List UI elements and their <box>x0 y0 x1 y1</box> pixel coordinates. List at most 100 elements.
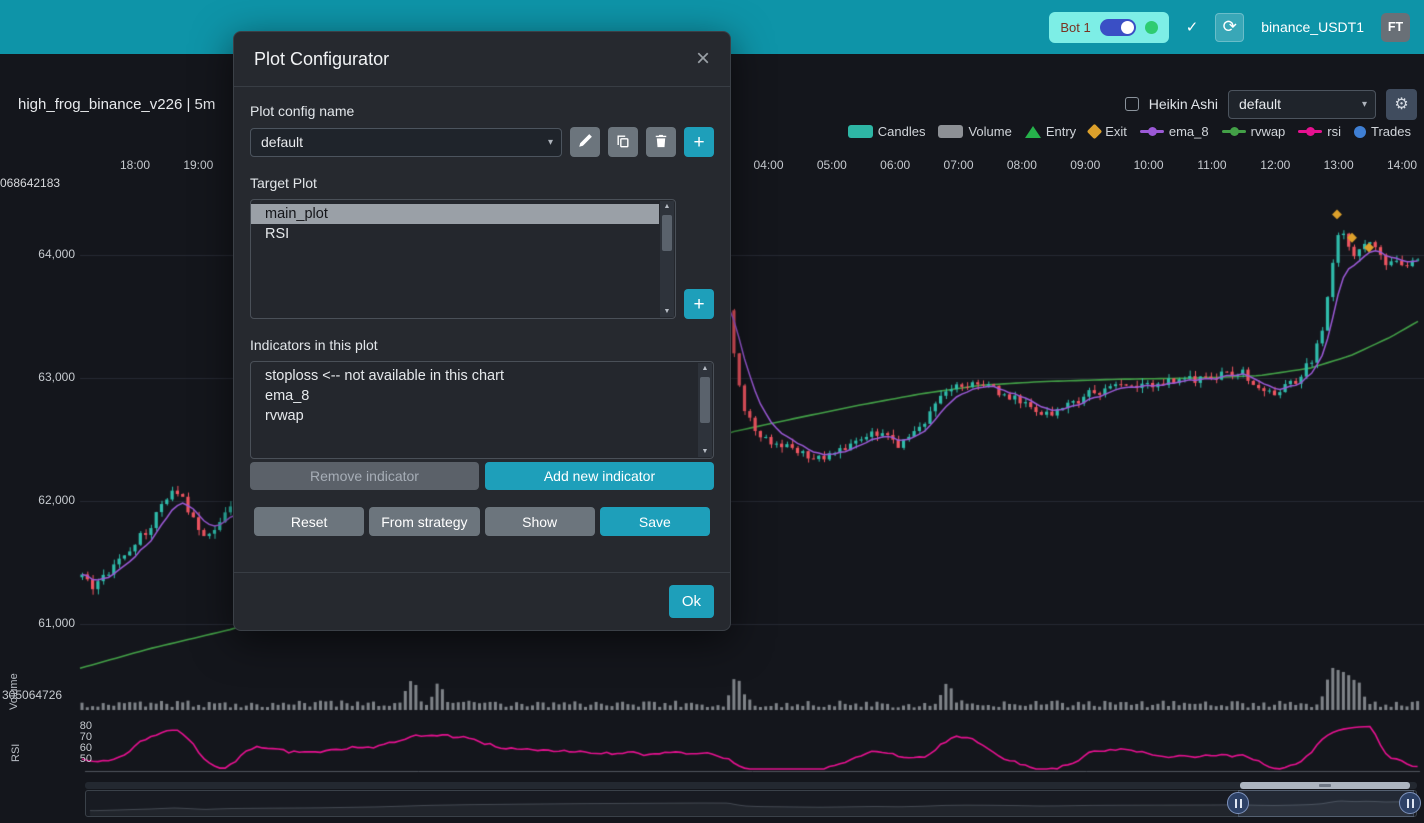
legend-item-rsi[interactable]: rsi <box>1298 124 1341 139</box>
time-axis-label: 19:00 <box>183 158 213 172</box>
add-new-indicator-button[interactable]: Add new indicator <box>485 462 714 490</box>
gear-icon: ⚙ <box>1394 94 1408 114</box>
refresh-button[interactable]: ⟳ <box>1215 13 1244 42</box>
volume-pane-label: Volume <box>8 652 20 710</box>
time-axis-label: 11:00 <box>1197 158 1226 172</box>
legend-item-rvwap[interactable]: rvwap <box>1222 124 1286 139</box>
datazoom-slider[interactable] <box>85 790 1417 817</box>
datazoom-scroll-track[interactable] <box>85 782 1417 789</box>
legend-label: Candles <box>878 124 926 139</box>
datazoom-selected-window[interactable] <box>1238 790 1414 817</box>
time-axis-label: 07:00 <box>944 158 974 172</box>
price-axis-label: 64,000 <box>0 247 75 261</box>
add-config-button[interactable]: + <box>684 127 714 157</box>
pair-label: binance_USDT1 <box>1261 19 1364 35</box>
config-name-row: default ▾ + <box>250 127 714 157</box>
scroll-thumb[interactable] <box>662 215 672 251</box>
indicator-option[interactable]: stoploss <-- not available in this chart <box>251 366 697 386</box>
price-axis-label: 61,000 <box>0 616 75 630</box>
config-name-select-value: default <box>261 134 303 150</box>
target-plot-option[interactable]: main_plot <box>251 204 659 224</box>
bot-toggle[interactable] <box>1100 19 1136 36</box>
datazoom-scroll-thumb[interactable] <box>1240 782 1410 789</box>
line-legend-icon <box>1140 130 1164 133</box>
rsi-pane-label: RSI <box>10 730 22 762</box>
legend-label: rvwap <box>1251 124 1286 139</box>
heikin-ashi-checkbox[interactable] <box>1125 97 1139 111</box>
delete-config-button[interactable] <box>646 127 676 157</box>
pencil-icon <box>578 134 592 151</box>
scroll-down-icon[interactable]: ▼ <box>698 448 712 455</box>
legend-label: ema_8 <box>1169 124 1209 139</box>
time-axis-label: 13:00 <box>1324 158 1354 172</box>
close-icon[interactable]: × <box>696 47 710 71</box>
legend-item-entry[interactable]: Entry <box>1025 124 1076 139</box>
legend-item-exit[interactable]: Exit <box>1089 124 1127 139</box>
rename-config-button[interactable] <box>570 127 600 157</box>
rect-legend-icon <box>938 125 963 138</box>
save-button[interactable]: Save <box>600 507 710 536</box>
scroll-down-icon[interactable]: ▼ <box>660 308 674 315</box>
indicator-actions-row: Remove indicator Add new indicator <box>250 462 714 490</box>
target-plot-row: main_plotRSI ▲ ▼ + <box>250 199 714 319</box>
time-axis-label: 18:00 <box>120 158 150 172</box>
plot-config-select-value: default <box>1239 96 1281 112</box>
target-plot-option[interactable]: RSI <box>251 224 659 244</box>
config-name-select[interactable]: default ▾ <box>250 128 562 157</box>
heikin-ashi-label: Heikin Ashi <box>1149 96 1218 112</box>
plot-config-select[interactable]: default ▾ <box>1228 90 1376 119</box>
add-target-plot-button[interactable]: + <box>684 289 714 319</box>
show-button[interactable]: Show <box>485 507 595 536</box>
trash-icon <box>654 134 668 151</box>
target-plot-list[interactable]: main_plotRSI ▲ ▼ <box>250 199 676 319</box>
time-axis-label: 09:00 <box>1070 158 1100 172</box>
ok-button[interactable]: Ok <box>669 585 714 618</box>
scroll-up-icon[interactable]: ▲ <box>660 203 674 210</box>
plot-settings-button[interactable]: ⚙ <box>1386 89 1417 120</box>
scroll-thumb[interactable] <box>700 377 710 423</box>
legend-item-trades[interactable]: Trades <box>1354 124 1411 139</box>
line-legend-icon <box>1298 130 1322 133</box>
chevron-down-icon: ▾ <box>1362 99 1367 110</box>
duplicate-config-button[interactable] <box>608 127 638 157</box>
freqtrade-logo[interactable]: FT <box>1381 13 1410 42</box>
indicator-option[interactable]: rvwap <box>251 406 697 426</box>
legend-item-candles[interactable]: Candles <box>848 124 926 139</box>
chart-header-controls: Heikin Ashi default ▾ ⚙ <box>1125 89 1417 120</box>
datazoom-right-handle[interactable] <box>1399 792 1421 814</box>
indicator-option[interactable]: ema_8 <box>251 386 697 406</box>
triangle-legend-icon <box>1025 126 1041 138</box>
price-axis-top-value: 068642183 <box>0 176 60 190</box>
datazoom-left-handle[interactable] <box>1227 792 1249 814</box>
scroll-up-icon[interactable]: ▲ <box>698 365 712 372</box>
legend-item-ema-8[interactable]: ema_8 <box>1140 124 1209 139</box>
legend-label: Entry <box>1046 124 1076 139</box>
chevron-down-icon: ▾ <box>548 137 553 148</box>
indicators-label: Indicators in this plot <box>250 337 714 353</box>
bot-toggle-knob <box>1121 21 1134 34</box>
time-axis-label: 14:00 <box>1387 158 1417 172</box>
bot-selector[interactable]: Bot 1 <box>1049 12 1168 43</box>
modal-title: Plot Configurator <box>254 49 389 70</box>
legend-label: Trades <box>1371 124 1411 139</box>
modal-body: Plot config name default ▾ + Target Plot <box>234 87 730 572</box>
target-plot-label: Target Plot <box>250 175 714 191</box>
dot-legend-icon <box>1354 126 1366 138</box>
reset-button[interactable]: Reset <box>254 507 364 536</box>
time-axis-label: 05:00 <box>817 158 847 172</box>
time-axis-label: 12:00 <box>1260 158 1290 172</box>
indicator-list[interactable]: stoploss <-- not available in this chart… <box>250 361 714 459</box>
time-axis-label: 04:00 <box>753 158 783 172</box>
status-check-icon: ✓ <box>1186 18 1199 36</box>
remove-indicator-button[interactable]: Remove indicator <box>250 462 479 490</box>
target-plot-scrollbar[interactable]: ▲ ▼ <box>660 201 674 317</box>
legend-label: rsi <box>1327 124 1341 139</box>
legend-item-volume[interactable]: Volume <box>938 124 1011 139</box>
diamond-legend-icon <box>1087 124 1103 140</box>
indicator-scrollbar[interactable]: ▲ ▼ <box>698 363 712 457</box>
from-strategy-button[interactable]: From strategy <box>369 507 479 536</box>
chart-legend: Candles Volume Entry Exit ema_8 rvwap rsi Trade… <box>848 124 1411 139</box>
time-axis-label: 06:00 <box>880 158 910 172</box>
legend-label: Exit <box>1105 124 1127 139</box>
config-actions-row: Reset From strategy Show Save <box>250 507 714 536</box>
